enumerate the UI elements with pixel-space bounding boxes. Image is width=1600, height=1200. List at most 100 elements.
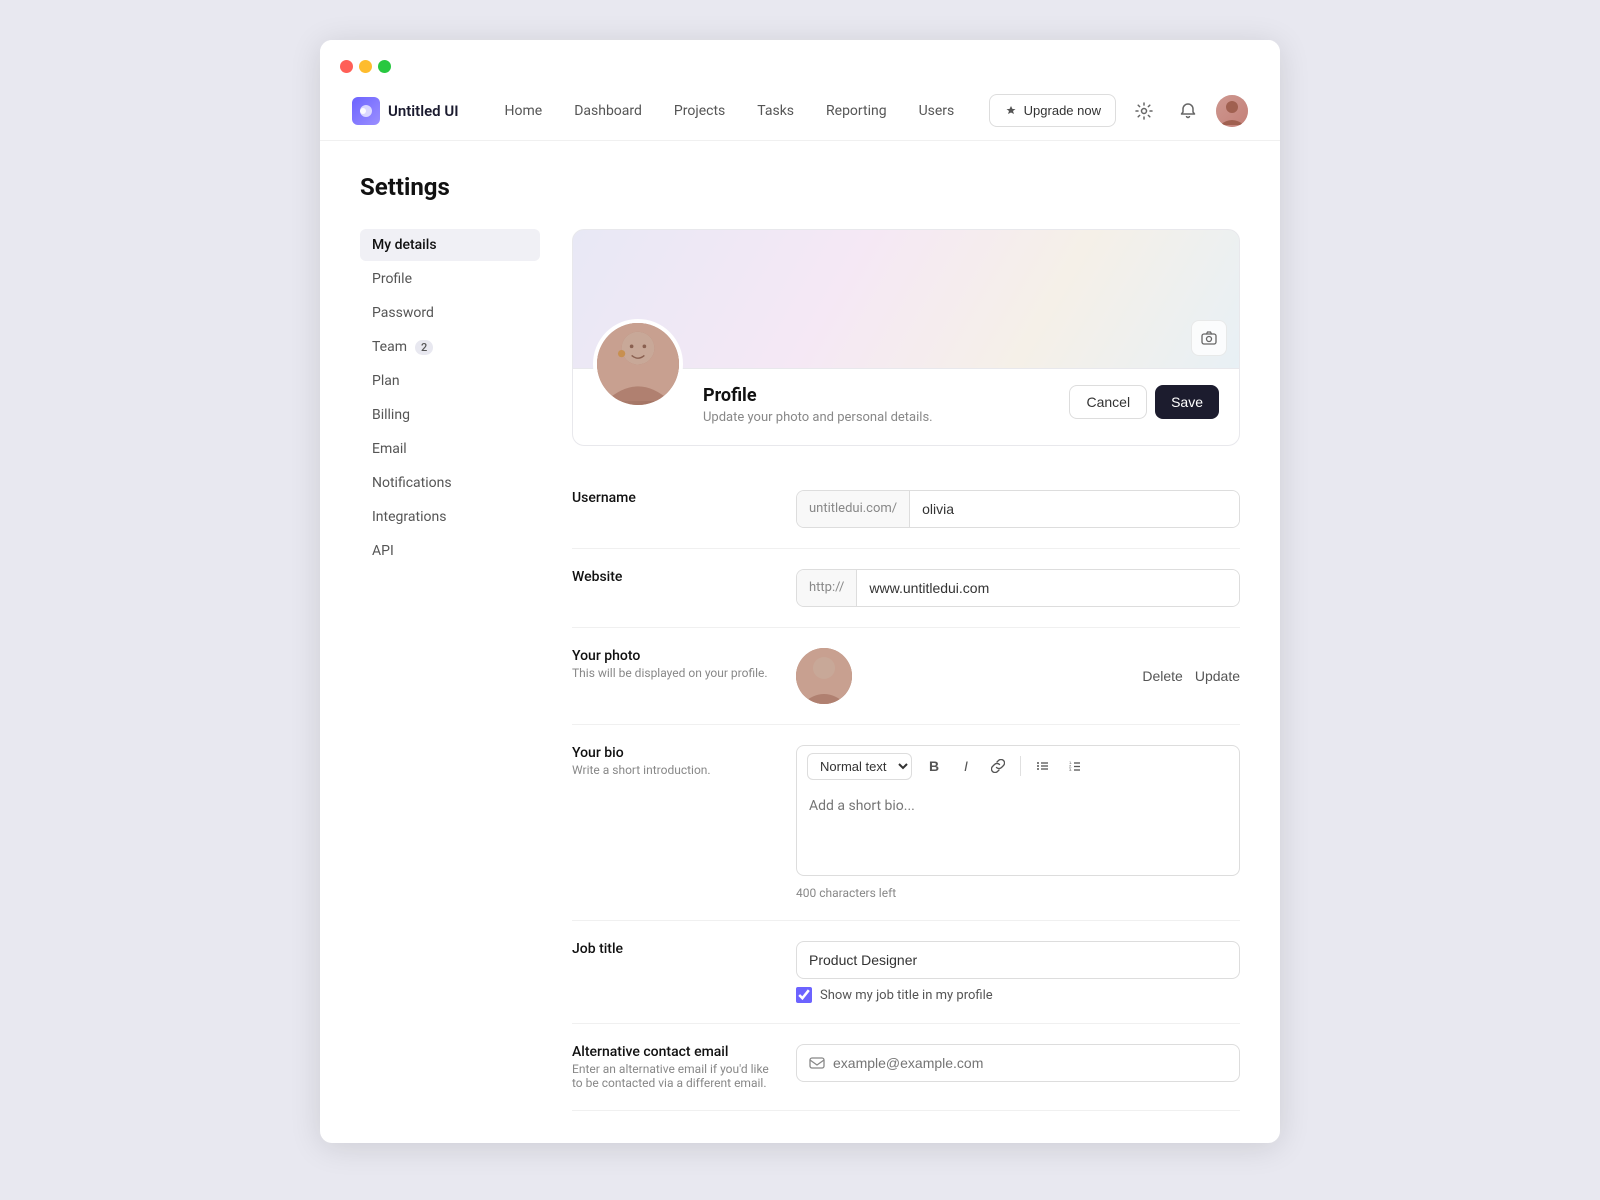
- photo-sublabel: This will be displayed on your profile.: [572, 666, 772, 680]
- gear-icon: [1135, 102, 1153, 120]
- profile-actions: Cancel Save: [1069, 385, 1219, 419]
- user-avatar-nav[interactable]: [1216, 95, 1248, 127]
- titlebar: [320, 40, 1280, 81]
- bio-char-count: 400 characters left: [796, 886, 1240, 900]
- app-window: Untitled UI Home Dashboard Projects Task…: [320, 40, 1280, 1143]
- banner-camera-button[interactable]: [1191, 320, 1227, 356]
- alt-email-label-col: Alternative contact email Enter an alter…: [572, 1044, 772, 1090]
- sidebar-item-team[interactable]: Team 2: [360, 331, 540, 363]
- camera-icon: [1201, 330, 1217, 346]
- bio-sublabel: Write a short introduction.: [572, 763, 772, 777]
- show-job-label[interactable]: Show my job title in my profile: [820, 988, 993, 1003]
- website-input[interactable]: [857, 570, 1239, 606]
- sidebar-item-profile[interactable]: Profile: [360, 263, 540, 295]
- sidebar-item-plan[interactable]: Plan: [360, 365, 540, 397]
- sidebar-item-api[interactable]: API: [360, 535, 540, 567]
- bio-label-col: Your bio Write a short introduction.: [572, 745, 772, 777]
- avatar-image: [597, 323, 679, 405]
- nav-tasks[interactable]: Tasks: [743, 95, 808, 127]
- job-title-row: Job title Show my job title in my profil…: [572, 921, 1240, 1024]
- cancel-button[interactable]: Cancel: [1069, 385, 1147, 419]
- username-input-group: untitledui.com/: [796, 490, 1240, 528]
- username-label-col: Username: [572, 490, 772, 508]
- photo-row-inner: Delete Update: [796, 648, 1240, 704]
- bio-field-col: Normal text Heading 1 Heading 2 Heading …: [796, 745, 1240, 900]
- profile-avatar: [593, 319, 683, 409]
- alt-email-input-group: [796, 1044, 1240, 1082]
- nav-projects[interactable]: Projects: [660, 95, 739, 127]
- bio-toolbar: Normal text Heading 1 Heading 2 Heading …: [796, 745, 1240, 786]
- alt-email-input[interactable]: [833, 1055, 1227, 1071]
- italic-button[interactable]: I: [952, 752, 980, 780]
- nav-users[interactable]: Users: [905, 95, 969, 127]
- delete-photo-button[interactable]: Delete: [1142, 668, 1182, 684]
- link-button[interactable]: [984, 752, 1012, 780]
- form-section: Username untitledui.com/ Website: [572, 470, 1240, 1111]
- upgrade-button[interactable]: Upgrade now: [989, 94, 1116, 127]
- bold-button[interactable]: B: [920, 752, 948, 780]
- bell-icon: [1179, 102, 1197, 120]
- profile-avatar-wrap: [593, 319, 683, 409]
- maximize-button[interactable]: [378, 60, 391, 73]
- website-row: Website http://: [572, 549, 1240, 628]
- website-input-group: http://: [796, 569, 1240, 607]
- nav-links: Home Dashboard Projects Tasks Reporting …: [491, 95, 989, 127]
- nav-reporting[interactable]: Reporting: [812, 95, 901, 127]
- website-label: Website: [572, 569, 772, 585]
- sidebar-item-email[interactable]: Email: [360, 433, 540, 465]
- settings-sidebar: My details Profile Password Team 2 Plan …: [360, 229, 540, 1111]
- bio-row: Your bio Write a short introduction. Nor…: [572, 725, 1240, 921]
- close-button[interactable]: [340, 60, 353, 73]
- username-field-col: untitledui.com/: [796, 490, 1240, 528]
- job-title-label-col: Job title: [572, 941, 772, 959]
- upgrade-icon: [1004, 104, 1018, 118]
- brand[interactable]: Untitled UI: [352, 97, 459, 125]
- nav-home[interactable]: Home: [491, 95, 557, 127]
- nav-actions: Upgrade now: [989, 94, 1248, 127]
- sidebar-item-integrations[interactable]: Integrations: [360, 501, 540, 533]
- job-title-checkbox-row: Show my job title in my profile: [796, 987, 1240, 1003]
- sidebar-item-password[interactable]: Password: [360, 297, 540, 329]
- alt-email-sublabel: Enter an alternative email if you'd like…: [572, 1062, 772, 1090]
- page-title: Settings: [360, 173, 1240, 201]
- save-button[interactable]: Save: [1155, 385, 1219, 419]
- photo-label: Your photo: [572, 648, 772, 664]
- toolbar-divider: [1020, 756, 1021, 776]
- job-title-input[interactable]: [796, 941, 1240, 979]
- username-prefix: untitledui.com/: [797, 491, 910, 527]
- bio-textarea[interactable]: [796, 786, 1240, 876]
- photo-label-col: Your photo This will be displayed on you…: [572, 648, 772, 680]
- list-icon: [1036, 759, 1050, 773]
- update-photo-button[interactable]: Update: [1195, 668, 1240, 684]
- sidebar-item-notifications[interactable]: Notifications: [360, 467, 540, 499]
- bell-icon-button[interactable]: [1172, 95, 1204, 127]
- username-input[interactable]: [910, 491, 1239, 527]
- settings-layout: My details Profile Password Team 2 Plan …: [360, 229, 1240, 1111]
- alt-email-field-col: [796, 1044, 1240, 1082]
- link-icon: [991, 759, 1005, 773]
- sidebar-item-my-details[interactable]: My details: [360, 229, 540, 261]
- photo-thumbnail: [796, 648, 852, 704]
- bio-format-select[interactable]: Normal text Heading 1 Heading 2 Heading …: [807, 753, 912, 780]
- minimize-button[interactable]: [359, 60, 372, 73]
- email-icon: [809, 1055, 825, 1071]
- profile-header: Profile Update your photo and personal d…: [572, 369, 1240, 446]
- alt-email-label: Alternative contact email: [572, 1044, 772, 1060]
- settings-icon-button[interactable]: [1128, 95, 1160, 127]
- photo-field-col: Delete Update: [796, 648, 1240, 704]
- nav-dashboard[interactable]: Dashboard: [560, 95, 656, 127]
- brand-name: Untitled UI: [388, 102, 459, 120]
- job-title-field-col: Show my job title in my profile: [796, 941, 1240, 1003]
- alt-email-row: Alternative contact email Enter an alter…: [572, 1024, 1240, 1111]
- ordered-list-button[interactable]: 1. 2. 3.: [1061, 752, 1089, 780]
- sidebar-item-billing[interactable]: Billing: [360, 399, 540, 431]
- username-row: Username untitledui.com/: [572, 470, 1240, 549]
- brand-icon: [352, 97, 380, 125]
- navbar: Untitled UI Home Dashboard Projects Task…: [320, 81, 1280, 141]
- bio-label: Your bio: [572, 745, 772, 761]
- unordered-list-button[interactable]: [1029, 752, 1057, 780]
- team-badge: 2: [415, 340, 433, 355]
- website-label-col: Website: [572, 569, 772, 587]
- settings-content: Profile Update your photo and personal d…: [572, 229, 1240, 1111]
- show-job-checkbox[interactable]: [796, 987, 812, 1003]
